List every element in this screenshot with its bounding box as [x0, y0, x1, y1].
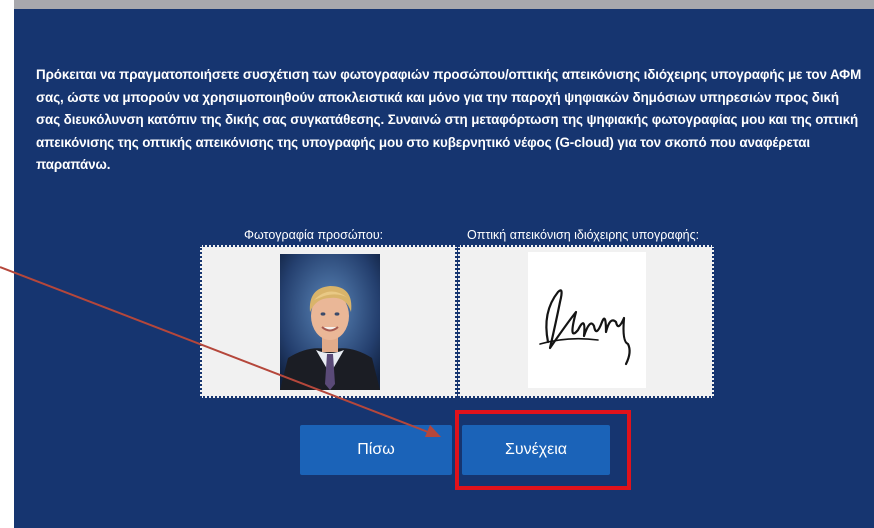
face-photo: [280, 254, 380, 390]
signature-box: [458, 245, 714, 398]
top-divider: [14, 0, 874, 9]
photo-box: [200, 245, 457, 398]
photo-label: Φωτογραφία προσώπου:: [244, 228, 384, 242]
back-button[interactable]: Πίσω: [300, 425, 452, 475]
signature-image: [528, 252, 646, 388]
signature-label: Οπτική απεικόνιση ιδιόχειρης υπογραφής:: [467, 228, 700, 242]
continue-highlight-box: [455, 410, 631, 490]
consent-text: Πρόκειται να πραγματοποιήσετε συσχέτιση …: [36, 67, 862, 172]
